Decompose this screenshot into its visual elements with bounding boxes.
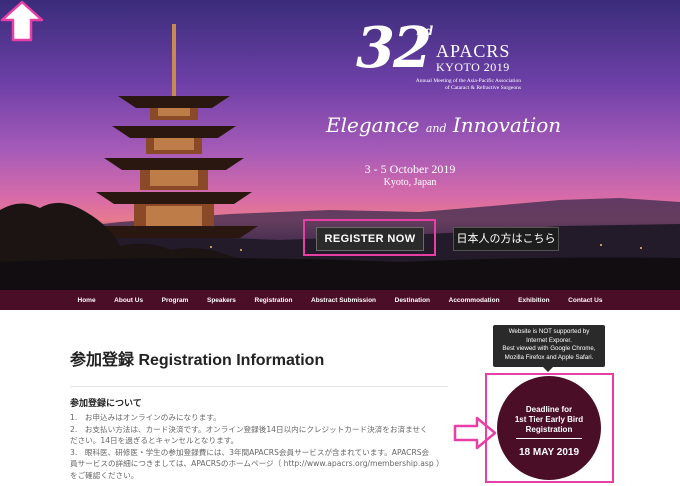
- badge-date: 18 MAY 2019: [518, 447, 580, 458]
- hero-banner: 32 nd APACRS KYOTO 2019 Annual Meeting o…: [0, 0, 680, 290]
- registration-notes: 1. お申込みはオンラインのみになります。 2. お支払い方法は、カード決済です…: [70, 412, 455, 482]
- nav-speakers[interactable]: Speakers: [207, 297, 236, 304]
- event-logo: 32 nd APACRS KYOTO 2019 Annual Meeting o…: [356, 20, 526, 100]
- nav-accommodation[interactable]: Accommodation: [449, 297, 500, 304]
- japanese-registration-button[interactable]: 日本人の方はこちら: [453, 227, 559, 251]
- tagline: Elegance and Innovation: [326, 113, 562, 137]
- logo-name: APACRS: [436, 41, 511, 61]
- section-heading: 参加登録について: [70, 398, 142, 408]
- logo-subtitle: Annual Meeting of the Asia-Pacific Assoc…: [415, 78, 521, 91]
- note-line: ださい。14日を過ぎるとキャンセルとなります。: [70, 436, 239, 446]
- note-line: 2. お支払い方法は、カード決済です。オンライン登録後14日以内にクレジットカー…: [70, 424, 428, 434]
- page-title: 参加登録 Registration Information: [70, 352, 325, 369]
- nav-home[interactable]: Home: [78, 297, 96, 304]
- nav-registration[interactable]: Registration: [255, 297, 293, 304]
- pagoda-silhouette: [90, 24, 258, 238]
- nav-contact-us[interactable]: Contact Us: [568, 297, 602, 304]
- badge-divider: [516, 438, 582, 439]
- note-line: をご確認ください。: [70, 470, 139, 480]
- browser-notice-tooltip: Website is NOT supported by Internet Exp…: [493, 325, 605, 372]
- nav-exhibition[interactable]: Exhibition: [518, 297, 549, 304]
- logo-city-year: KYOTO 2019: [436, 60, 510, 74]
- early-bird-deadline-badge: Deadline for 1st Tier Early Bird Registr…: [497, 376, 601, 480]
- up-arrow-icon: [0, 0, 44, 42]
- register-now-button[interactable]: REGISTER NOW: [316, 227, 424, 251]
- note-line: 員サービスの詳細につきましては、APACRSのホームページ（ http://ww…: [70, 459, 444, 469]
- badge-text: Deadline for 1st Tier Early Bird Registr…: [514, 405, 584, 434]
- main-nav: Home About Us Program Speakers Registrat…: [0, 290, 680, 310]
- title-divider: [70, 386, 448, 387]
- nav-program[interactable]: Program: [162, 297, 189, 304]
- note-line: 1. お申込みはオンラインのみになります。: [70, 413, 221, 422]
- nav-abstract-submission[interactable]: Abstract Submission: [311, 297, 376, 304]
- note-line: 3. 眼科医、研修医・学生の参加登録費には、3年間APACRS会員サービスが含ま…: [70, 447, 430, 457]
- nav-about-us[interactable]: About Us: [114, 297, 143, 304]
- nav-destination[interactable]: Destination: [395, 297, 430, 304]
- event-dates: 3 - 5 October 2019 Kyoto, Japan: [364, 162, 456, 188]
- logo-superscript: nd: [416, 24, 434, 38]
